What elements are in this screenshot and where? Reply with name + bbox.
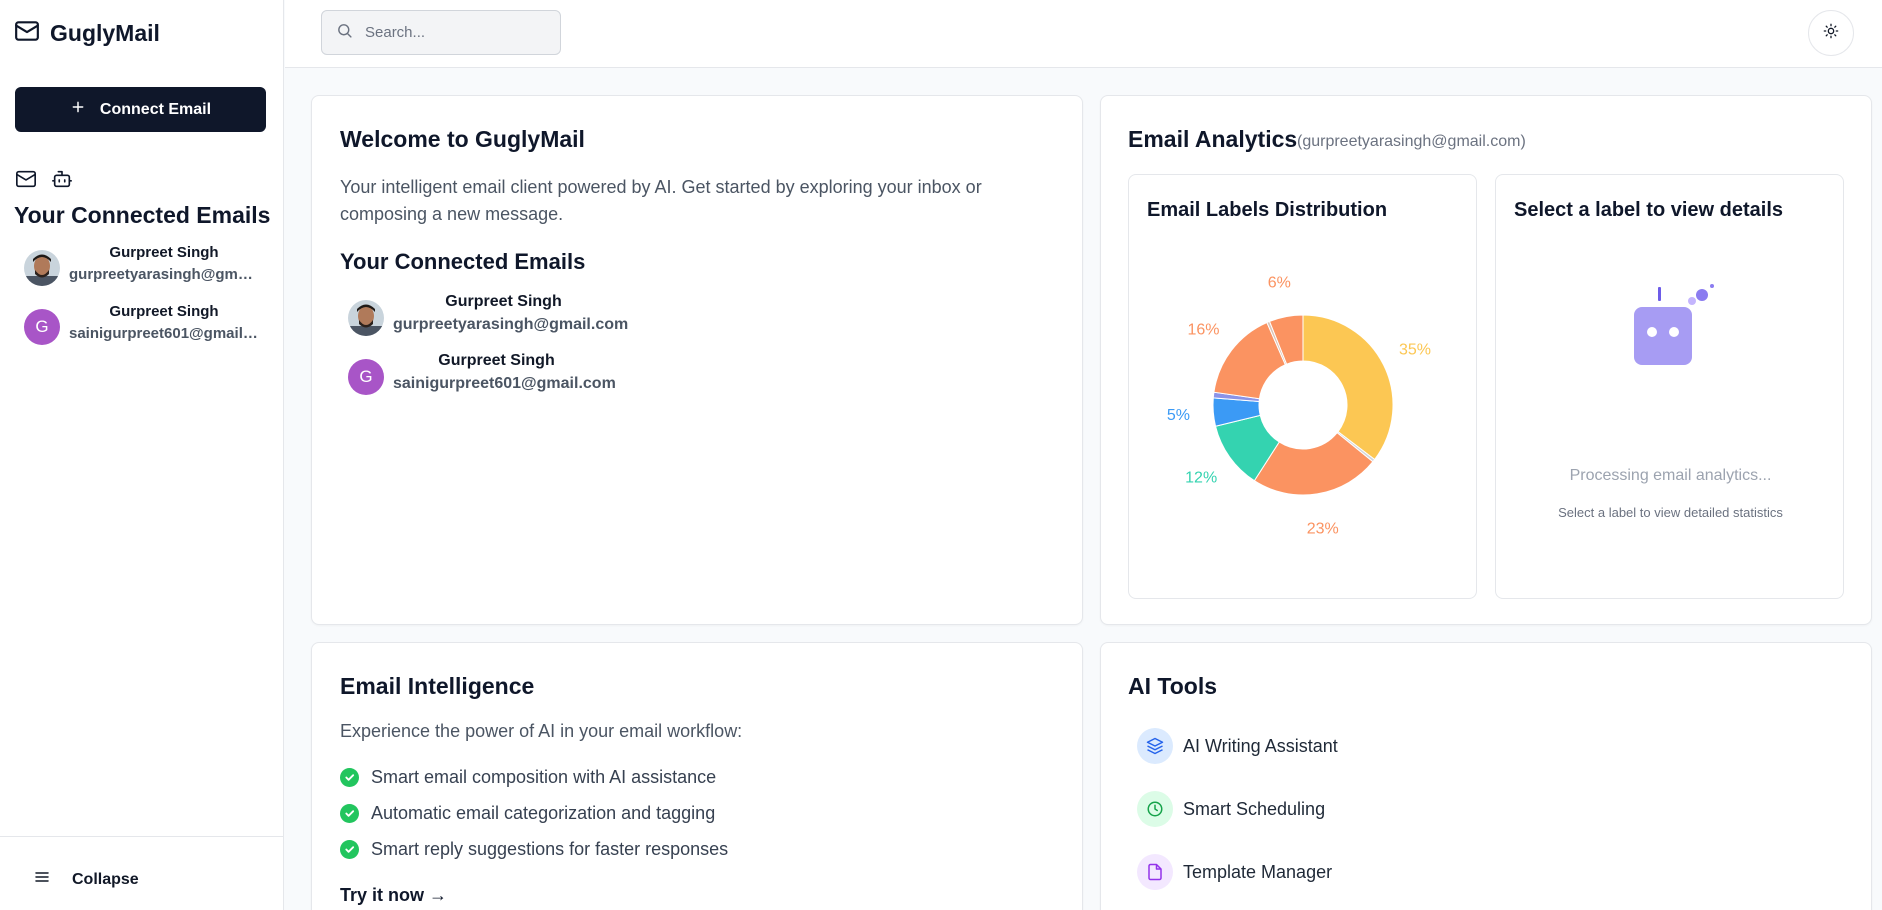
feature-item: Smart email composition with AI assistan… xyxy=(340,767,716,788)
feature-label: Smart reply suggestions for faster respo… xyxy=(371,839,729,859)
mail-icon xyxy=(14,18,40,49)
avatar xyxy=(348,300,384,336)
search-input[interactable] xyxy=(365,24,545,41)
account-name: Gurpreet Singh xyxy=(445,293,562,310)
plus-icon xyxy=(70,99,86,120)
bot-icon[interactable] xyxy=(51,168,73,195)
account-name: Gurpreet Singh xyxy=(109,244,219,261)
slice-label: 6% xyxy=(1268,274,1291,291)
sidebar-nav-icons xyxy=(15,168,73,195)
welcome-title: Welcome to GuglyMail xyxy=(340,126,585,152)
account-name: Gurpreet Singh xyxy=(438,352,555,369)
clock-icon xyxy=(1137,791,1173,827)
account-email: gurpreetyarasingh@gmail.com xyxy=(69,266,259,283)
tool-label: AI Writing Assistant xyxy=(1183,735,1338,756)
donut-slice[interactable] xyxy=(1302,314,1394,461)
analytics-card: Email Analytics (gurpreetyarasingh@gmail… xyxy=(1100,95,1872,625)
label-details-panel: Select a label to view details Processin… xyxy=(1495,174,1844,599)
slice-label: 12% xyxy=(1185,470,1217,487)
intelligence-title: Email Intelligence xyxy=(340,673,535,699)
search-icon xyxy=(336,22,353,44)
connected-account-2[interactable]: G Gurpreet Singh sainigurpreet601@gmail.… xyxy=(348,352,648,402)
welcome-card: Welcome to GuglyMail Your intelligent em… xyxy=(311,95,1083,625)
check-circle-icon xyxy=(340,768,359,787)
details-title: Select a label to view details xyxy=(1514,199,1784,221)
intelligence-description: Experience the power of AI in your email… xyxy=(340,721,743,741)
menu-icon xyxy=(34,869,50,890)
connect-email-button[interactable]: Connect Email xyxy=(15,87,266,132)
connected-emails-heading: Your Connected Emails xyxy=(340,249,586,274)
app-name: GuglyMail xyxy=(50,20,160,46)
connect-email-label: Connect Email xyxy=(99,100,212,118)
check-circle-icon xyxy=(340,840,359,859)
tool-label: Template Manager xyxy=(1183,861,1333,882)
feature-item: Automatic email categorization and taggi… xyxy=(340,803,715,824)
sidebar-account-2[interactable]: G Gurpreet Singh sainigurpreet601@gmail.… xyxy=(24,303,264,351)
analytics-account: (gurpreetyarasingh@gmail.com) xyxy=(1297,133,1526,150)
avatar: G xyxy=(24,309,60,345)
email-intelligence-card: Email Intelligence Experience the power … xyxy=(311,642,1083,910)
sidebar-heading: Your Connected Emails xyxy=(14,202,271,228)
analytics-title: Email Analytics xyxy=(1128,126,1298,152)
account-email: sainigurpreet601@gmail.com xyxy=(69,325,259,342)
brand[interactable]: GuglyMail xyxy=(14,18,160,49)
layers-icon xyxy=(1137,728,1173,764)
sidebar-footer: Collapse xyxy=(0,836,284,910)
avatar: G xyxy=(348,359,384,395)
inbox-mail-icon[interactable] xyxy=(15,168,37,195)
tool-label: Smart Scheduling xyxy=(1183,798,1326,819)
collapse-button[interactable]: Collapse xyxy=(34,869,139,890)
check-circle-icon xyxy=(340,804,359,823)
sidebar: GuglyMail Connect Email Your Connected E… xyxy=(0,0,284,910)
slice-label: 35% xyxy=(1399,341,1431,358)
slice-label: 16% xyxy=(1188,321,1220,338)
welcome-description: Your intelligent email client powered by… xyxy=(340,177,982,224)
collapse-label: Collapse xyxy=(72,870,139,888)
slice-label: 23% xyxy=(1307,520,1339,537)
labels-distribution-panel: Email Labels Distribution 35% 23% 12% 5% 16%… xyxy=(1128,174,1477,599)
slice-label: 5% xyxy=(1167,407,1190,424)
connected-account-1[interactable]: Gurpreet Singh gurpreetyarasingh@gmail.c… xyxy=(348,293,648,343)
sun-icon xyxy=(1823,23,1839,44)
feature-label: Smart email composition with AI assistan… xyxy=(371,767,717,787)
search-box[interactable] xyxy=(321,10,561,55)
tool-template-manager[interactable]: Template Manager xyxy=(1137,854,1332,890)
try-it-now-link[interactable]: Try it now → xyxy=(340,885,447,906)
avatar xyxy=(24,250,60,286)
top-bar xyxy=(285,0,1882,68)
sidebar-account-1[interactable]: Gurpreet Singh gurpreetyarasingh@gmail.c… xyxy=(24,244,264,292)
account-email: gurpreetyarasingh@gmail.com xyxy=(393,316,629,333)
feature-item: Smart reply suggestions for faster respo… xyxy=(340,839,728,860)
file-icon xyxy=(1137,854,1173,890)
tool-smart-scheduling[interactable]: Smart Scheduling xyxy=(1137,791,1325,827)
labels-donut-chart[interactable]: 35% 23% 12% 5% 16% 6% xyxy=(1129,175,1478,600)
ai-tools-card: AI Tools AI Writing Assistant Smart Sche… xyxy=(1100,642,1872,910)
details-hint: Select a label to view detailed statisti… xyxy=(1558,505,1783,520)
robot-illustration-icon xyxy=(1634,283,1720,378)
feature-label: Automatic email categorization and taggi… xyxy=(371,803,716,823)
account-email: sainigurpreet601@gmail.com xyxy=(393,375,616,392)
ai-tools-title: AI Tools xyxy=(1128,673,1218,699)
tool-ai-writing-assistant[interactable]: AI Writing Assistant xyxy=(1137,728,1338,764)
account-name: Gurpreet Singh xyxy=(109,303,219,320)
theme-toggle-button[interactable] xyxy=(1808,10,1854,56)
processing-text: Processing email analytics... xyxy=(1569,467,1772,484)
